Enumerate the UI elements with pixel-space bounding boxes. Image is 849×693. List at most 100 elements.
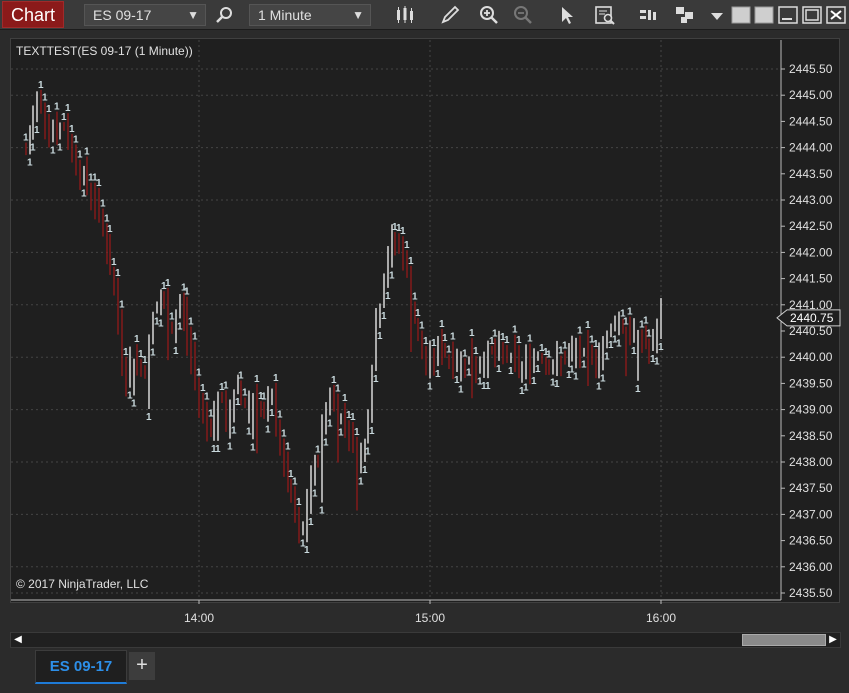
bar-text-label: 1 [250, 442, 256, 453]
bar-text-label: 1 [261, 392, 267, 403]
bar-text-label: 1 [38, 80, 44, 91]
bar-text-label: 1 [377, 331, 383, 342]
bar-text-label: 1 [107, 224, 113, 235]
bar-text-label: 1 [269, 408, 275, 419]
bar-text-label: 1 [485, 381, 491, 392]
bar-text-label: 1 [215, 444, 221, 455]
bar-text-label: 1 [57, 142, 63, 153]
bar-text-label: 1 [42, 92, 48, 103]
bar-text-label: 1 [315, 445, 321, 456]
y-tick-label: 2445.50 [789, 62, 833, 76]
bar-text-label: 1 [196, 367, 202, 378]
scroll-left-icon[interactable]: ◀ [12, 634, 24, 646]
bar-text-label: 1 [427, 381, 433, 392]
bar-text-label: 1 [115, 268, 121, 279]
bar-text-label: 1 [242, 388, 248, 399]
bar-text-label: 1 [184, 287, 190, 298]
bar-text-label: 1 [208, 409, 214, 420]
time-axis: 14:00 15:00 16:00 [11, 599, 781, 625]
current-price-marker: 2440.75 [776, 309, 841, 327]
bar-text-label: 1 [123, 347, 129, 358]
bar-text-label: 1 [192, 332, 198, 343]
bar-text-label: 1 [492, 328, 498, 339]
bar-text-label: 1 [419, 320, 425, 331]
y-tick-label: 2436.50 [789, 534, 833, 548]
y-tick-label: 2437.00 [789, 507, 833, 521]
horizontal-scrollbar[interactable]: ◀ ▶ [10, 632, 841, 648]
y-tick-label: 2442.00 [789, 245, 833, 259]
indicator-label: TEXTTEST(ES 09-17 (1 Minute)) [16, 44, 193, 58]
scroll-right-icon[interactable]: ▶ [827, 634, 839, 646]
x-tick-label: 14:00 [184, 611, 214, 625]
scroll-thumb[interactable] [742, 634, 826, 646]
bar-text-label: 1 [238, 370, 244, 381]
bar-text-label: 1 [446, 344, 452, 355]
y-tick-label: 2441.50 [789, 272, 833, 286]
bar-text-label: 1 [277, 409, 283, 420]
bar-text-label: 1 [292, 476, 298, 487]
y-tick-label: 2444.00 [789, 141, 833, 155]
bar-text-label: 1 [573, 371, 579, 382]
bar-text-label: 1 [327, 418, 333, 429]
y-tick-label: 2443.00 [789, 193, 833, 207]
bar-text-label: 1 [577, 326, 583, 337]
bar-text-label: 1 [604, 351, 610, 362]
bar-text-label: 1 [600, 373, 606, 384]
bar-text-label: 1 [188, 317, 194, 328]
y-tick-label: 2439.50 [789, 376, 833, 390]
y-tick-label: 2440.00 [789, 350, 833, 364]
bar-text-label: 1 [408, 256, 414, 267]
bar-text-label: 1 [585, 320, 591, 331]
grid-lines [11, 40, 781, 600]
bar-text-label: 1 [27, 157, 33, 168]
bar-text-label: 1 [635, 384, 641, 395]
bar-text-label: 1 [265, 425, 271, 436]
y-tick-label: 2443.50 [789, 167, 833, 181]
bar-text-label: 1 [96, 178, 102, 189]
bar-text-label: 1 [531, 376, 537, 387]
y-tick-label: 2445.00 [789, 88, 833, 102]
bar-text-label: 1 [643, 315, 649, 326]
bar-text-label: 1 [504, 335, 510, 346]
bar-text-label: 1 [623, 317, 629, 328]
x-tick-label: 15:00 [415, 611, 445, 625]
bar-text-label: 1 [308, 517, 314, 528]
bar-text-label: 1 [373, 374, 379, 385]
bar-text-label: 1 [30, 143, 36, 154]
bar-text-label: 1 [516, 335, 522, 346]
tab-es-09-17[interactable]: ES 09-17 [35, 650, 127, 684]
y-tick-label: 2439.00 [789, 403, 833, 417]
bar-text-label: 1 [496, 364, 502, 375]
bar-text-label: 1 [50, 145, 56, 156]
bar-text-label: 1 [523, 382, 529, 393]
bar-text-label: 1 [442, 333, 448, 344]
x-tick-label: 16:00 [646, 611, 676, 625]
bar-text-label: 1 [227, 442, 233, 453]
bar-text-label: 1 [254, 374, 260, 385]
add-tab-button[interactable]: + [129, 652, 155, 680]
y-tick-label: 2442.50 [789, 219, 833, 233]
price-chart[interactable]: 1111111111111111111111111111111111111111… [0, 0, 849, 632]
bar-text-label: 1 [23, 133, 29, 144]
tab-bar: ES 09-17 + [0, 648, 849, 693]
bar-text-label: 1 [400, 226, 406, 237]
bar-text-label: 1 [466, 368, 472, 379]
bar-text-label: 1 [319, 506, 325, 517]
y-tick-label: 2435.50 [789, 586, 833, 600]
bar-text-label: 1 [462, 348, 468, 359]
bar-text-label: 1 [342, 393, 348, 404]
bar-text-label: 1 [473, 346, 479, 357]
bar-text-label: 1 [73, 134, 79, 145]
bar-text-label: 1 [646, 328, 652, 339]
bar-text-label: 1 [177, 321, 183, 332]
y-tick-label: 2437.50 [789, 481, 833, 495]
bar-text-label: 1 [616, 338, 622, 349]
bar-text-label: 1 [231, 425, 237, 436]
bar-text-label: 1 [65, 103, 71, 114]
bar-text-label: 1 [365, 447, 371, 458]
bar-text-label: 1 [131, 398, 137, 409]
bar-text-label: 1 [431, 338, 437, 349]
price-bars: 1111111111111111111111111111111111111111… [23, 80, 664, 556]
bar-text-label: 1 [369, 426, 375, 437]
bar-text-label: 1 [469, 328, 475, 339]
